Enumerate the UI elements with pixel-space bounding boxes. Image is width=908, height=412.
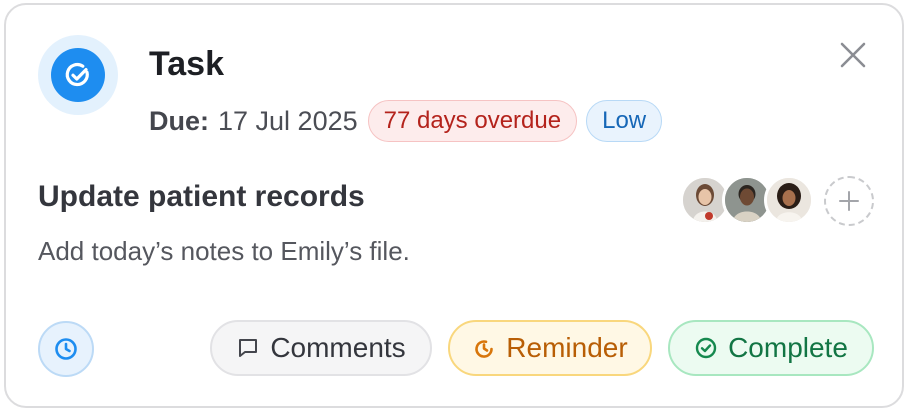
task-title: Task <box>149 45 224 83</box>
reminder-button[interactable]: Reminder <box>448 320 652 376</box>
reminder-icon <box>475 340 494 358</box>
clock-icon[interactable] <box>53 336 79 362</box>
check-circle-icon <box>51 48 105 102</box>
close-icon[interactable] <box>840 42 866 68</box>
check-circle-icon <box>695 337 717 359</box>
plus-icon[interactable] <box>838 190 860 212</box>
task-card: Task Due: 17 Jul 2025 77 days overdue Lo… <box>4 3 904 408</box>
close-button[interactable] <box>836 38 870 72</box>
add-assignee-button[interactable] <box>824 176 874 226</box>
task-description: Add today’s notes to Emily’s file. <box>38 236 410 266</box>
task-subject: Update patient records <box>38 180 365 213</box>
due-row: Due: 17 Jul 2025 77 days overdue Low <box>149 99 663 143</box>
complete-label: Complete <box>728 332 848 363</box>
comments-button[interactable]: Comments <box>210 320 432 376</box>
due-date: 17 Jul 2025 <box>218 105 358 136</box>
avatar[interactable] <box>764 175 814 225</box>
reminder-label: Reminder <box>506 332 628 363</box>
comment-icon <box>239 339 258 357</box>
priority-badge: Low <box>586 100 663 142</box>
due-label: Due: <box>149 105 209 136</box>
assignee-avatars <box>680 175 816 227</box>
task-icon-badge <box>38 35 118 115</box>
complete-button[interactable]: Complete <box>668 320 874 376</box>
overdue-badge: 77 days overdue <box>367 100 578 142</box>
comments-label: Comments <box>270 332 406 363</box>
schedule-button[interactable] <box>38 321 94 377</box>
